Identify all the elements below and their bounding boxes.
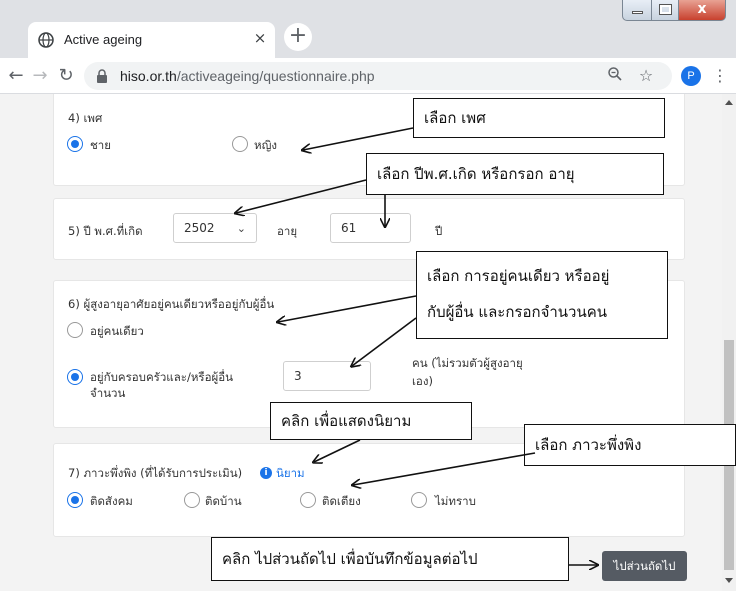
option-label: จำนวน <box>90 386 126 400</box>
count-unit: คน (ไม่รวมตัวผู้สูงอายุ <box>412 356 523 370</box>
age-label: อายุ <box>277 224 298 238</box>
radio-home-bound[interactable] <box>184 492 200 508</box>
age-input[interactable]: 61 <box>330 213 411 243</box>
next-section-button[interactable]: ไปส่วนถัดไป <box>602 551 687 581</box>
age-unit: ปี <box>435 224 443 238</box>
radio-live-alone[interactable] <box>67 322 83 338</box>
radio-live-with-others[interactable] <box>67 369 83 385</box>
option-label: อยู่คนเดียว <box>90 324 144 338</box>
info-icon[interactable]: i <box>260 467 272 479</box>
address-bar[interactable]: hiso.or.th/activeageing/questionnaire.ph… <box>84 62 672 90</box>
reload-icon[interactable]: ↻ <box>54 64 78 88</box>
callout-dependency: เลือก ภาวะพึ่งพิง <box>524 424 736 466</box>
close-window-button[interactable]: x <box>678 0 726 21</box>
lock-icon <box>97 69 107 83</box>
radio-male[interactable] <box>67 136 83 152</box>
radio-unknown[interactable] <box>411 492 427 508</box>
option-label: ติดเตียง <box>322 494 361 508</box>
callout-definition: คลิก เพื่อแสดงนิยาม <box>270 402 472 440</box>
question-label: 7) ภาวะพึ่งพิง (ที่ได้รับการประเมิน) <box>68 466 243 480</box>
callout-gender: เลือก เพศ <box>413 98 665 138</box>
callout-living: เลือก การอยู่คนเดียว หรืออยู่ กับผู้อื่น… <box>416 251 668 339</box>
forward-arrow-icon[interactable]: → <box>28 64 52 88</box>
back-arrow-icon[interactable]: ← <box>4 64 28 88</box>
option-label: ติดบ้าน <box>205 494 242 508</box>
option-label: ชาย <box>90 138 112 152</box>
bookmark-star-icon[interactable]: ☆ <box>635 66 657 86</box>
option-label: ติดสังคม <box>90 494 133 508</box>
definition-link[interactable]: นิยาม <box>276 465 305 483</box>
question-label: 6) ผู้สูงอายุอาศัยอยู่คนเดียวหรืออยู่กับ… <box>68 297 275 311</box>
chevron-down-icon: ⌄ <box>236 222 246 235</box>
maximize-button[interactable] <box>651 0 679 21</box>
callout-next: คลิก ไปส่วนถัดไป เพื่อบันทึกข้อมูลต่อไป <box>211 537 569 581</box>
radio-social-bound[interactable] <box>67 492 83 508</box>
close-tab-icon[interactable]: × <box>251 29 269 47</box>
birth-year-select[interactable]: 2502 ⌄ <box>173 213 257 243</box>
scroll-down-arrow-icon[interactable] <box>725 578 733 583</box>
url-text: hiso.or.th/activeageing/questionnaire.ph… <box>120 68 375 84</box>
minimize-button[interactable] <box>622 0 652 21</box>
globe-icon <box>38 32 54 48</box>
option-label: ไม่ทราบ <box>435 494 476 508</box>
zoom-icon[interactable] <box>604 66 626 86</box>
scroll-up-arrow-icon[interactable] <box>725 100 733 105</box>
browser-tab[interactable]: Active ageing × <box>28 22 275 58</box>
radio-female[interactable] <box>232 136 248 152</box>
question-label: 4) เพศ <box>68 111 103 125</box>
profile-avatar[interactable]: P <box>681 66 701 86</box>
new-tab-button[interactable]: + <box>284 23 312 51</box>
more-menu-icon[interactable]: ⋮ <box>712 66 728 86</box>
tab-strip: Active ageing × + x <box>0 0 736 58</box>
question-label: 5) ปี พ.ศ.ที่เกิด <box>68 224 143 238</box>
option-label: หญิง <box>254 138 277 152</box>
callout-line: กับผู้อื่น และกรอกจำนวนคน <box>427 303 607 321</box>
callout-line: เลือก การอยู่คนเดียว หรืออยู่ <box>427 267 610 285</box>
household-count-input[interactable]: 3 <box>283 361 371 391</box>
window-controls: x <box>622 0 736 22</box>
callout-birth-year: เลือก ปีพ.ศ.เกิด หรือกรอก อายุ <box>366 153 664 195</box>
browser-toolbar: ← → ↻ hiso.or.th/activeageing/questionna… <box>0 58 736 94</box>
tab-title: Active ageing <box>64 32 143 47</box>
count-unit: เอง) <box>412 374 433 388</box>
vertical-scrollbar[interactable] <box>722 94 736 591</box>
radio-bed-bound[interactable] <box>300 492 316 508</box>
